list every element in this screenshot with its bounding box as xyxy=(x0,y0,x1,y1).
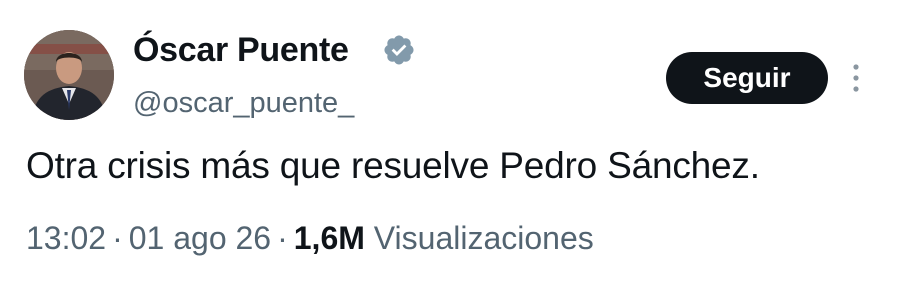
views-label: Visualizaciones xyxy=(373,220,594,256)
tweet-date[interactable]: 01 ago 26 xyxy=(129,220,271,256)
views-count: 1,6M xyxy=(293,220,365,256)
display-name[interactable]: Óscar Puente xyxy=(133,30,349,70)
follow-button[interactable]: Seguir xyxy=(666,52,828,104)
more-vertical-icon[interactable] xyxy=(846,60,866,96)
tweet-metadata: 13:02 · 01 ago 26 · 1,6M Visualizaciones xyxy=(26,218,594,258)
avatar[interactable] xyxy=(24,30,114,120)
user-handle[interactable]: @oscar_puente_ xyxy=(133,86,354,120)
tweet-text: Otra crisis más que resuelve Pedro Sánch… xyxy=(26,145,760,186)
verified-badge-icon xyxy=(384,35,414,65)
tweet-card: Óscar Puente @oscar_puente_ Seguir Otra … xyxy=(0,0,900,289)
avatar-photo xyxy=(24,30,114,120)
tweet-time[interactable]: 13:02 xyxy=(26,220,106,256)
separator-dot: · xyxy=(277,220,288,256)
separator-dot: · xyxy=(112,220,123,256)
